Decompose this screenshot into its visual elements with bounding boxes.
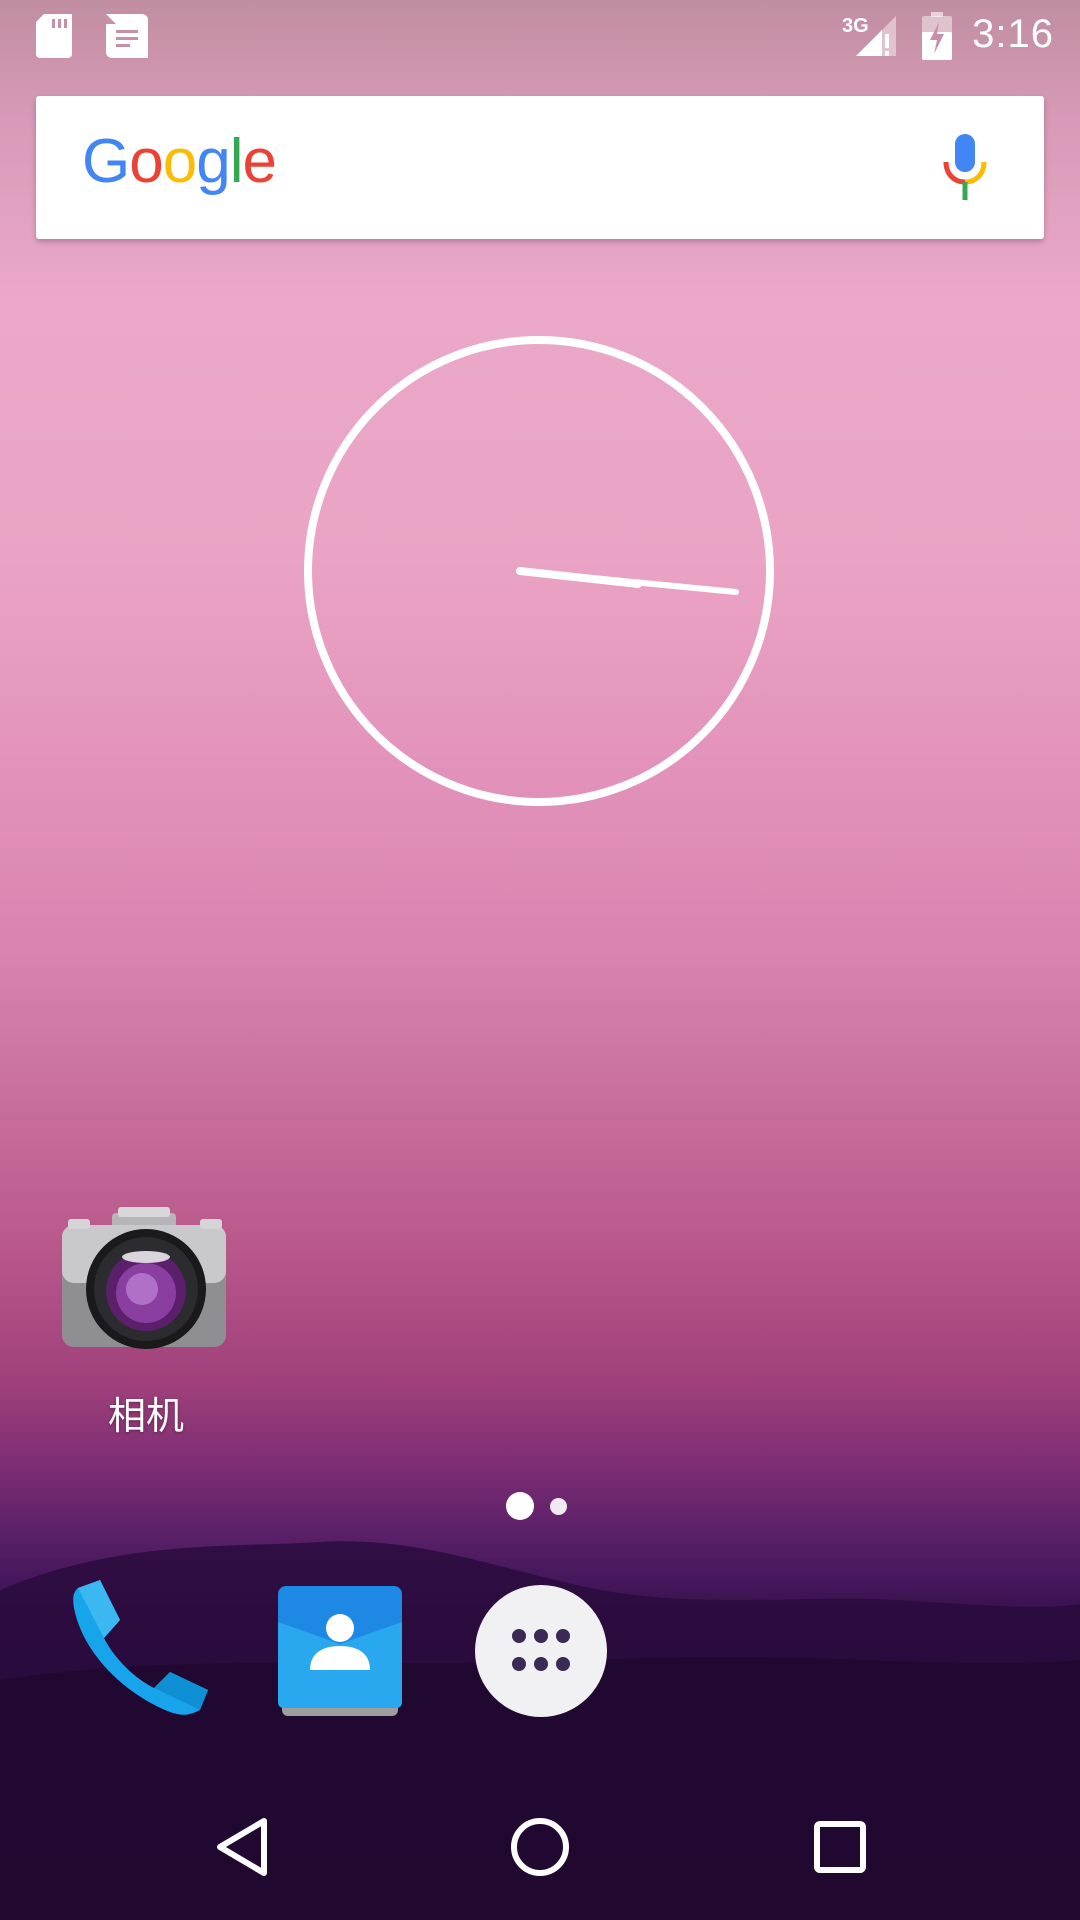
phone-icon <box>73 1580 208 1715</box>
google-logo-letter: o <box>162 127 197 196</box>
sd-card-icon <box>36 14 72 58</box>
page-dot-active <box>506 1492 534 1520</box>
google-search-bar[interactable]: Google <box>36 96 1044 239</box>
app-camera-label: 相机 <box>107 1394 184 1438</box>
contacts-icon <box>278 1586 402 1716</box>
recents-icon[interactable] <box>813 1820 867 1874</box>
analog-clock-widget[interactable] <box>302 334 776 808</box>
status-time: 3:16 <box>972 12 1054 56</box>
google-logo-letter: G <box>82 127 130 196</box>
clock-minute-hand <box>517 568 739 595</box>
dock-contacts[interactable] <box>272 1582 408 1718</box>
app-drawer-icon <box>475 1585 607 1717</box>
google-logo: Google <box>82 126 277 197</box>
back-icon[interactable] <box>214 1816 270 1878</box>
battery-charging-icon <box>922 12 952 60</box>
home-icon[interactable] <box>509 1816 571 1878</box>
dock-app-drawer[interactable] <box>474 1584 608 1718</box>
google-logo-letter: o <box>129 127 163 196</box>
google-logo-letter: g <box>196 127 230 196</box>
network-label: 3G <box>842 15 869 37</box>
status-bar: 3G 3:16 <box>0 0 1080 75</box>
dock-phone[interactable] <box>70 1580 210 1720</box>
google-logo-letter: e <box>242 127 276 196</box>
camera-icon <box>62 1207 226 1349</box>
signal-3g-icon: 3G <box>842 15 896 56</box>
page-dot <box>550 1498 567 1515</box>
app-camera[interactable]: 相机 <box>56 1205 236 1445</box>
page-indicator <box>506 1492 570 1520</box>
google-logo-letter: l <box>229 127 244 196</box>
mic-icon[interactable] <box>942 134 988 200</box>
notification-message-icon <box>106 14 148 58</box>
